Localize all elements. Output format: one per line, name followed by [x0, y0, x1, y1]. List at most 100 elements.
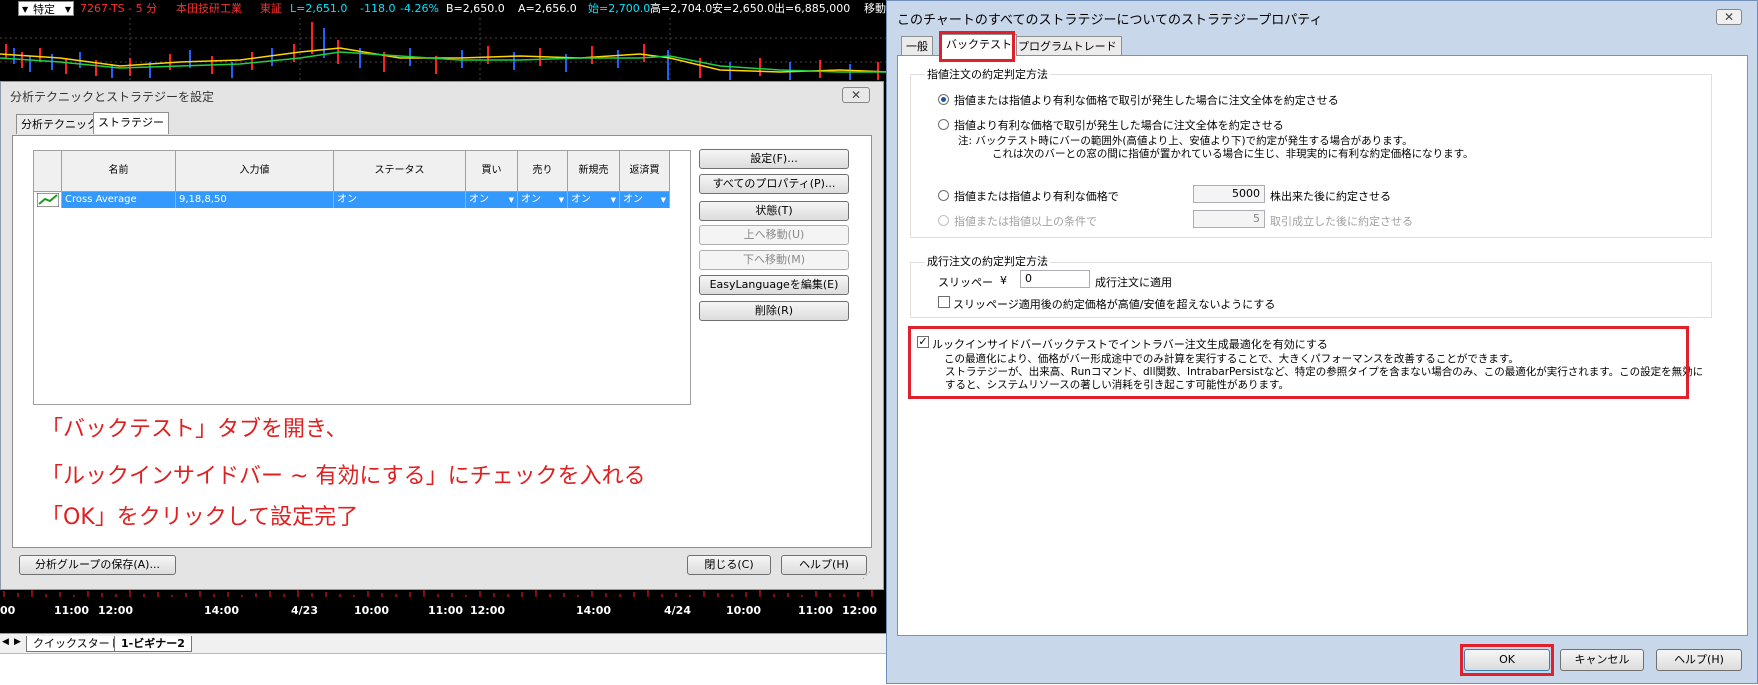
data-type-label: 特定	[33, 3, 55, 16]
ask-price: A=2,656.0	[518, 2, 577, 15]
open-price: 始=2,700.0	[588, 2, 651, 15]
limit-option-4-label: 指値または指値以上の条件で	[954, 215, 1097, 228]
instruction-line-1: 「バックテスト」タブを開き、	[33, 412, 725, 448]
col-status[interactable]: ステータス	[334, 151, 466, 191]
edit-easylanguage-button[interactable]: EasyLanguageを編集(E)	[699, 275, 849, 295]
price-change: -118.0	[360, 2, 396, 15]
analysis-dialog-title: 分析テクニックとストラテジーを設定	[10, 90, 215, 104]
time-tick: 11:00	[798, 604, 834, 617]
limit-option-2-radio[interactable]	[938, 119, 949, 130]
instruction-line-3: 「OK」をクリックして設定完了	[33, 500, 725, 536]
time-tick: 10:00	[726, 604, 762, 617]
time-tick: 14:00	[204, 604, 240, 617]
workspace-tab-beginner2[interactable]: 1-ビギナー2	[114, 636, 192, 652]
trailing-label: 移動	[864, 2, 886, 15]
slippage-limit-checkbox[interactable]	[938, 296, 950, 308]
save-analysis-group-button[interactable]: 分析グループの保存(A)...	[19, 555, 176, 575]
time-tick: 12:00	[470, 604, 506, 617]
delete-button[interactable]: 削除(R)	[699, 301, 849, 321]
time-tick: 14:00	[576, 604, 612, 617]
tab-strategies[interactable]: ストラテジー	[93, 112, 169, 134]
close-button[interactable]: 閉じる(C)	[687, 555, 771, 575]
limit-option-4-suffix: 取引成立した後に約定させる	[1270, 215, 1413, 228]
state-button[interactable]: 状態(T)	[699, 201, 849, 221]
dropdown-arrow-icon: ▼	[508, 196, 514, 204]
trades-count-input[interactable]: 5	[1193, 210, 1265, 228]
slippage-label: スリッペー	[938, 276, 993, 289]
time-tick: 12:00	[842, 604, 878, 617]
help-button[interactable]: ヘルプ(H)	[781, 555, 867, 575]
tab-general[interactable]: 一般	[901, 36, 933, 56]
limit-option-3-label: 指値または指値より有利な価格で	[954, 190, 1119, 203]
cell-short-value: オン	[571, 194, 591, 205]
slippage-limit-label: スリッページ適用後の約定価格が高値/安値を超えないようにする	[953, 298, 1276, 311]
strategy-grid: 名前 入力値 ステータス 買い 売り 新規売 返済買 Cross Average…	[33, 150, 691, 405]
cell-cover-value: オン	[623, 194, 643, 205]
col-buy[interactable]: 買い	[466, 151, 518, 191]
time-axis: 00 11:00 12:00 14:00 4/23 10:00 11:00 12…	[0, 597, 890, 625]
cell-buy[interactable]: オン ▼	[466, 192, 518, 208]
close-icon[interactable]: ✕	[1716, 9, 1742, 25]
chart-header: ▼ 特定 ▼ 7267-TS - 5 分 本田技研工業 東証 L=2,651.0…	[0, 0, 890, 18]
price-change-pct: -4.26%	[400, 2, 439, 15]
workspace-tab-quickstart[interactable]: クイックスタート	[26, 636, 128, 652]
tab-program-trade[interactable]: プログラムトレード	[1013, 36, 1122, 56]
close-icon[interactable]: ✕	[842, 87, 870, 103]
limit-option-3-suffix: 株出来た後に約定させる	[1270, 190, 1391, 203]
scroll-right-icon[interactable]: ▶	[14, 637, 21, 647]
dropdown-arrow-icon: ▼	[660, 196, 666, 204]
data-type-dropdown[interactable]: ▼ 特定 ▼	[18, 1, 74, 16]
time-tick: 4/24	[664, 604, 691, 617]
move-up-button[interactable]: 上へ移動(U)	[699, 225, 849, 245]
table-row[interactable]: Cross Average 9,18,8,50 オン オン ▼ オン ▼ オン ▼ オ…	[34, 192, 670, 208]
time-tick: 10:00	[354, 604, 390, 617]
limit-option-3-radio[interactable]	[938, 190, 949, 201]
last-price: L=2,651.0	[290, 2, 348, 15]
time-tick: 11:00	[428, 604, 464, 617]
all-properties-button[interactable]: すべてのプロパティ(P)...	[699, 174, 849, 194]
strategy-properties-title: このチャートのすべてのストラテジーについてのストラテジープロパティ	[897, 13, 1323, 28]
exchange-label: 東証	[260, 2, 282, 15]
cell-cover[interactable]: オン ▼	[620, 192, 670, 208]
slippage-input[interactable]: 0	[1020, 270, 1090, 288]
strategy-icon	[34, 192, 62, 208]
grid-header-blank	[34, 151, 62, 191]
dropdown-arrow-icon: ▼	[64, 5, 71, 14]
workspace-tabbar: ◀ ▶ クイックスタート 1-ビギナー2	[0, 633, 890, 654]
help-button[interactable]: ヘルプ(H)	[1656, 649, 1742, 671]
scroll-left-icon[interactable]: ◀	[2, 637, 9, 647]
resize-grip-icon[interactable]: ⋰	[862, 571, 871, 581]
price-chart	[0, 18, 890, 82]
company-label: 本田技研工業	[176, 2, 242, 15]
low-price: 安=2,650.0	[712, 2, 775, 15]
col-short[interactable]: 新規売	[568, 151, 620, 191]
settings-button[interactable]: 設定(F)...	[699, 149, 849, 169]
limit-option-2-note-2: これは次のバーとの窓の間に指値が置かれている場合に生じ、非現実的に有利な約定価格…	[992, 148, 1474, 160]
move-down-button[interactable]: 下へ移動(M)	[699, 250, 849, 270]
limit-option-2-label: 指値より有利な価格で取引が発生した場合に注文全体を約定させる	[954, 119, 1284, 132]
highlight-lookinside	[908, 326, 1689, 399]
cell-sell[interactable]: オン ▼	[518, 192, 568, 208]
limit-option-1-radio[interactable]	[938, 94, 949, 105]
tab-analysis-techniques[interactable]: 分析テクニック	[16, 114, 103, 134]
cancel-button[interactable]: キャンセル	[1560, 649, 1644, 671]
bid-price: B=2,650.0	[446, 2, 505, 15]
instruction-line-2: 「ルックインサイドバー ~ 有効にする」にチェックを入れる	[33, 459, 725, 495]
cell-short[interactable]: オン ▼	[568, 192, 620, 208]
col-cover[interactable]: 返済買	[620, 151, 670, 191]
limit-option-1-label: 指値または指値より有利な価格で取引が発生した場合に注文全体を約定させる	[954, 94, 1339, 107]
yen-symbol: ¥	[1000, 274, 1007, 287]
cell-buy-value: オン	[469, 194, 489, 205]
time-tick: 00	[0, 604, 16, 617]
col-inputs[interactable]: 入力値	[176, 151, 334, 191]
limit-section-title: 指値注文の約定判定方法	[925, 66, 1050, 82]
limit-option-4-radio[interactable]	[938, 215, 949, 226]
shares-filled-input[interactable]: 5000	[1193, 185, 1265, 203]
col-name[interactable]: 名前	[62, 151, 176, 191]
highlight-ok-button	[1460, 644, 1554, 676]
dropdown-arrow-icon: ▼	[22, 5, 29, 14]
col-sell[interactable]: 売り	[518, 151, 568, 191]
cell-inputs: 9,18,8,50	[176, 192, 334, 208]
time-tick: 12:00	[98, 604, 134, 617]
time-tick: 11:00	[54, 604, 90, 617]
